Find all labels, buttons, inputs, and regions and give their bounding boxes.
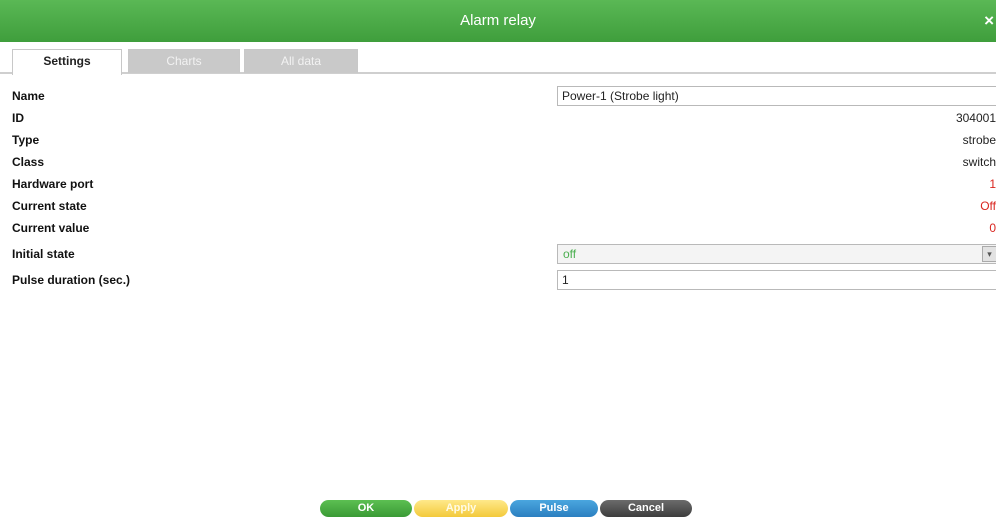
chevron-down-icon[interactable]: ▾ <box>982 246 996 262</box>
name-label: Name <box>12 89 45 103</box>
type-row: Type strobe <box>0 129 996 151</box>
hardware-port-value: 1 <box>989 177 996 191</box>
dialog-titlebar: Alarm relay × <box>0 0 996 42</box>
close-icon[interactable]: × <box>984 0 994 42</box>
hardware-port-label: Hardware port <box>12 177 94 191</box>
pulse-duration-row: Pulse duration (sec.) <box>0 269 996 291</box>
initial-state-row: Initial state off ▾ <box>0 243 996 265</box>
current-value-value: 0 <box>989 221 996 235</box>
initial-state-selected-value: off <box>563 247 577 261</box>
id-label: ID <box>12 111 24 125</box>
current-value-row: Current value 0 <box>0 217 996 239</box>
pulse-duration-input[interactable] <box>557 270 996 290</box>
tab-settings[interactable]: Settings <box>12 49 122 75</box>
dialog-title: Alarm relay <box>460 12 536 29</box>
id-row: ID 304001 <box>0 107 996 129</box>
current-value-label: Current value <box>12 221 90 235</box>
tab-bar: Settings Charts All data <box>0 42 996 75</box>
name-input[interactable] <box>557 86 996 106</box>
tab-all-data[interactable]: All data <box>244 49 358 73</box>
initial-state-select[interactable]: off ▾ <box>557 244 996 264</box>
initial-state-label: Initial state <box>12 247 75 261</box>
ok-button[interactable]: OK <box>320 500 412 517</box>
current-state-value: Off <box>980 199 996 213</box>
tab-charts[interactable]: Charts <box>128 49 240 73</box>
class-value: switch <box>962 155 996 169</box>
current-state-label: Current state <box>12 199 87 213</box>
cancel-button[interactable]: Cancel <box>600 500 692 517</box>
hardware-port-row: Hardware port 1 <box>0 173 996 195</box>
apply-button[interactable]: Apply <box>414 500 508 517</box>
current-state-row: Current state Off <box>0 195 996 217</box>
type-label: Type <box>12 133 40 147</box>
name-row: Name <box>0 85 996 107</box>
class-row: Class switch <box>0 151 996 173</box>
id-value: 304001 <box>955 111 996 125</box>
type-value: strobe <box>962 133 996 147</box>
pulse-button[interactable]: Pulse <box>510 500 598 517</box>
pulse-duration-label: Pulse duration (sec.) <box>12 273 131 287</box>
class-label: Class <box>12 155 45 169</box>
